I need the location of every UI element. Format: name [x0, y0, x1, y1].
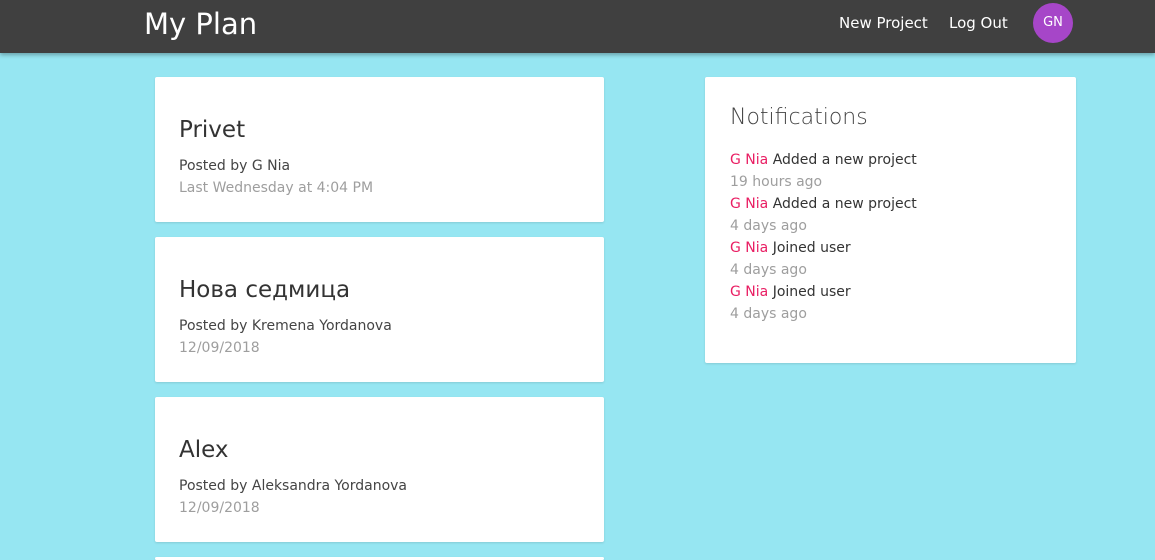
notification-message: Joined user	[772, 240, 851, 256]
project-date: 12/09/2018	[179, 340, 260, 356]
project-title: Privet	[179, 117, 246, 143]
notification-time: 4 days ago	[730, 262, 807, 278]
project-card[interactable]: Нова седмица Posted by Kremena Yordanova…	[155, 237, 604, 382]
new-project-link[interactable]: New Project	[839, 14, 928, 32]
notification-item: G Nia Added a new project 19 hours ago	[730, 149, 917, 193]
project-title: Нова седмица	[179, 277, 351, 303]
brand-logo-link[interactable]: My Plan	[144, 4, 257, 44]
notification-time: 4 days ago	[730, 306, 807, 322]
notification-user: G Nia	[730, 152, 769, 168]
notification-time: 19 hours ago	[730, 174, 823, 190]
project-card[interactable]: Privet Posted by G Nia Last Wednesday at…	[155, 77, 604, 222]
notification-message: Joined user	[772, 284, 851, 300]
notification-user: G Nia	[730, 284, 769, 300]
notifications-panel: Notifications G Nia Added a new project …	[705, 77, 1076, 363]
notification-user: G Nia	[730, 240, 769, 256]
project-author: Posted by G Nia	[179, 158, 291, 174]
notifications-title: Notifications	[730, 105, 868, 130]
notification-time: 4 days ago	[730, 218, 807, 234]
project-date: 12/09/2018	[179, 500, 260, 516]
notification-item: G Nia Joined user 4 days ago	[730, 237, 917, 281]
user-avatar[interactable]: GN	[1033, 3, 1073, 43]
top-navbar: My Plan New Project Log Out GN	[0, 0, 1155, 53]
project-author: Posted by Aleksandra Yordanova	[179, 478, 408, 494]
project-card[interactable]: Alex Posted by Aleksandra Yordanova 12/0…	[155, 397, 604, 542]
notification-item: G Nia Joined user 4 days ago	[730, 281, 917, 325]
project-author: Posted by Kremena Yordanova	[179, 318, 392, 334]
notification-user: G Nia	[730, 196, 769, 212]
notification-message: Added a new project	[772, 152, 917, 168]
notification-item: G Nia Added a new project 4 days ago	[730, 193, 917, 237]
project-date: Last Wednesday at 4:04 PM	[179, 180, 374, 196]
project-title: Alex	[179, 437, 229, 463]
notifications-list: G Nia Added a new project 19 hours ago G…	[730, 149, 917, 325]
log-out-link[interactable]: Log Out	[949, 14, 1008, 32]
notification-message: Added a new project	[772, 196, 917, 212]
